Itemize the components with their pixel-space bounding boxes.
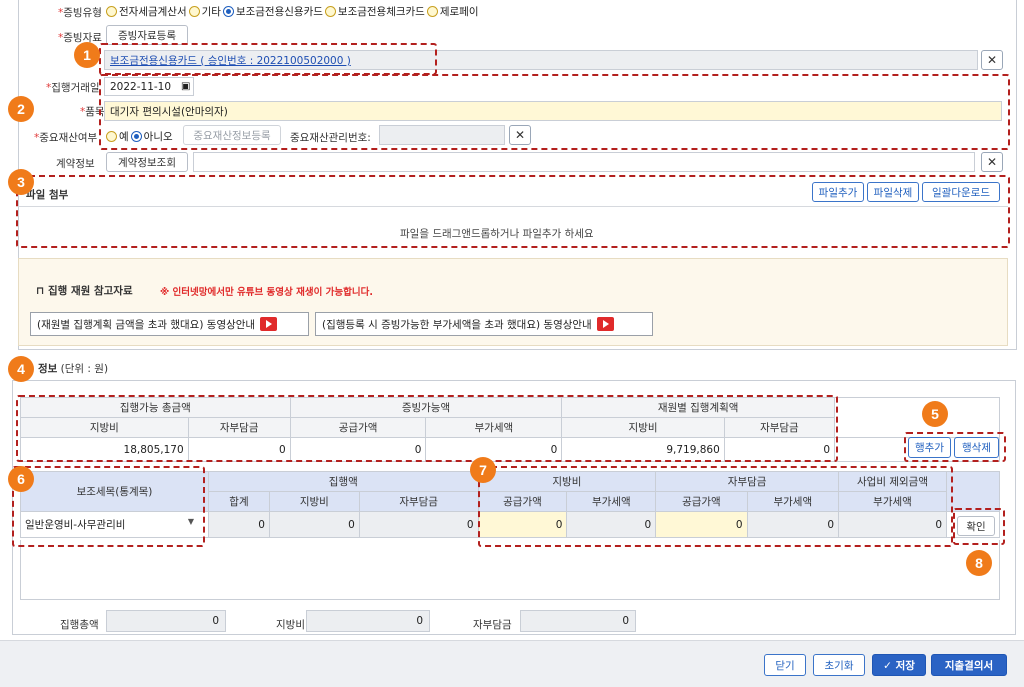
detail-group-exec: 집행액 <box>208 471 479 492</box>
reference-notice: ※ 인터넷망에서만 유튜브 동영상 재생이 가능합니다. <box>160 287 373 298</box>
badge-5: 5 <box>922 401 948 427</box>
badge-8: 8 <box>966 550 992 576</box>
badge-3: 3 <box>8 169 34 195</box>
contract-clear-icon[interactable]: ✕ <box>981 152 1003 172</box>
reference-title: ⊓ 집행 재원 참고자료 <box>36 285 133 297</box>
contract-input[interactable] <box>193 152 975 172</box>
exec-total-label: 집행총액 <box>60 619 99 631</box>
evidence-clear-icon[interactable]: ✕ <box>981 50 1003 70</box>
info-title: 정보 (단위 : 원) <box>38 363 109 375</box>
radio-label: 전자세금계산서 <box>119 6 187 18</box>
annotation-box-6 <box>12 466 205 547</box>
detail-cell: 0 <box>268 511 360 538</box>
youtube-icon <box>260 317 278 331</box>
detail-empty-area <box>20 540 1000 600</box>
reset-button[interactable]: 초기화 <box>813 654 865 676</box>
radio-label: 기타 <box>201 6 221 18</box>
evidence-type-radio-group: 전자세금계산서 기타 보조금전용신용카드 보조금전용체크카드 제로페이 <box>104 4 479 19</box>
detail-cell: 0 <box>208 511 270 538</box>
contract-lookup-button[interactable]: 계약정보조회 <box>106 152 188 172</box>
self-total-label: 자부담금 <box>473 619 512 631</box>
evidence-type-label: *증빙유형 <box>58 7 102 19</box>
detail-cell: 0 <box>358 511 479 538</box>
annotation-box-3 <box>16 175 1010 248</box>
video-guide-2-button[interactable]: (집행등록 시 증빙가능한 부가세액을 초과 했대요) 동영상안내 <box>315 312 653 336</box>
local-total-value: 0 <box>306 610 430 632</box>
video-guide-1-label: (재원별 집행계획 금액을 초과 했대요) 동영상안내 <box>37 318 256 331</box>
transaction-date-label: *집행거래일 <box>46 82 100 94</box>
radio-label: 보조금전용신용카드 <box>235 6 323 18</box>
video-guide-1-button[interactable]: (재원별 집행계획 금액을 초과 했대요) 동영상안내 <box>30 312 309 336</box>
annotation-box-1 <box>99 43 437 75</box>
youtube-icon <box>596 317 614 331</box>
local-total-label: 지방비 <box>276 619 305 631</box>
radio-evidence-card[interactable] <box>222 6 234 17</box>
annotation-box-5 <box>904 432 1006 462</box>
annotation-box-2 <box>99 74 1010 150</box>
badge-4: 4 <box>8 356 34 382</box>
radio-label: 보조금전용체크카드 <box>337 6 425 18</box>
radio-evidence-etax[interactable] <box>106 6 117 17</box>
badge-7: 7 <box>470 457 496 483</box>
evidence-register-button[interactable]: 증빙자료등록 <box>106 25 188 45</box>
radio-evidence-zeropay[interactable] <box>426 6 438 17</box>
contract-label: 계약정보 <box>56 158 95 170</box>
annotation-box-8 <box>953 508 1005 545</box>
expense-resolution-button[interactable]: 지출결의서 <box>931 654 1007 676</box>
badge-6: 6 <box>8 466 34 492</box>
detail-subheader: 합계 <box>208 491 270 512</box>
radio-evidence-check[interactable] <box>324 6 336 17</box>
important-asset-label: *중요재산여부 <box>34 132 98 144</box>
detail-subheader: 지방비 <box>268 491 360 512</box>
annotation-box-7 <box>478 466 953 547</box>
self-total-value: 0 <box>520 610 636 632</box>
radio-label: 제로페이 <box>439 6 479 18</box>
badge-1: 1 <box>74 42 100 68</box>
save-button[interactable]: ✓ 저장 <box>872 654 926 676</box>
annotation-box-4 <box>16 395 838 462</box>
bookmark-icon: ⊓ <box>36 285 49 297</box>
close-button[interactable]: 닫기 <box>764 654 806 676</box>
footer-bar <box>0 640 1024 687</box>
exec-total-value: 0 <box>106 610 226 632</box>
detail-subheader: 자부담금 <box>358 491 479 512</box>
detail-action-header <box>946 471 1000 512</box>
badge-2: 2 <box>8 96 34 122</box>
video-guide-2-label: (집행등록 시 증빙가능한 부가세액을 초과 했대요) 동영상안내 <box>322 318 592 331</box>
radio-evidence-other[interactable] <box>188 6 200 17</box>
